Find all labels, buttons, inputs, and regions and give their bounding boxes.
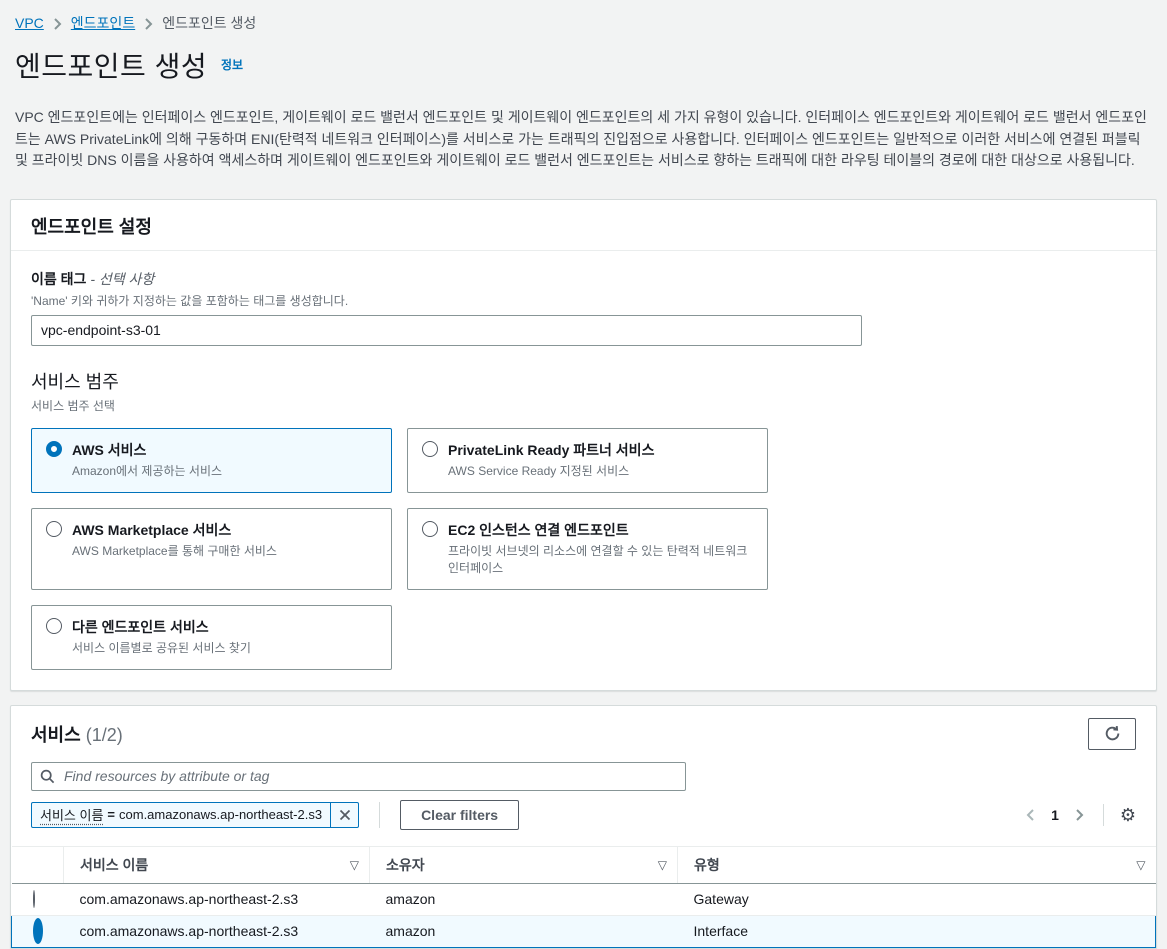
radio-checked-icon[interactable]	[33, 918, 43, 944]
endpoint-settings-card: 엔드포인트 설정 이름 태그 - 선택 사항 'Name' 키와 귀하가 지정하…	[10, 198, 1157, 691]
refresh-button[interactable]	[1088, 717, 1136, 750]
breadcrumb-vpc-link[interactable]: VPC	[15, 15, 44, 31]
next-page-button[interactable]	[1073, 808, 1087, 822]
radio-icon[interactable]	[46, 520, 62, 537]
filter-tag-value: com.amazonaws.ap-northeast-2.s3	[119, 807, 323, 822]
name-tag-input[interactable]	[31, 314, 862, 346]
search-box[interactable]	[31, 761, 686, 791]
service-name-cell: com.amazonaws.ap-northeast-2.s3	[63, 914, 370, 948]
radio-icon[interactable]	[422, 520, 438, 537]
column-header-service-name[interactable]: 서비스 이름 ▽	[63, 845, 370, 884]
owner-cell: amazon	[369, 883, 678, 916]
close-icon	[339, 809, 351, 821]
radio-icon[interactable]	[32, 890, 35, 908]
endpoint-settings-title: 엔드포인트 설정	[31, 216, 152, 237]
type-cell: Gateway	[677, 883, 1156, 916]
search-input[interactable]	[62, 767, 677, 785]
optional-label: - 선택 사항	[90, 270, 155, 287]
services-title: 서비스 (1/2)	[31, 724, 123, 745]
endpoint-settings-header: 엔드포인트 설정	[11, 200, 1156, 251]
breadcrumb-endpoints-link[interactable]: 엔드포인트	[71, 13, 135, 33]
type-cell: Interface	[677, 914, 1156, 948]
table-row-interface[interactable]: com.amazonaws.ap-northeast-2.s3 amazon I…	[11, 914, 1156, 948]
chevron-left-icon	[1025, 808, 1035, 822]
divider	[1102, 803, 1104, 826]
filter-tag-close-button[interactable]	[330, 802, 358, 827]
breadcrumb-current: 엔드포인트 생성	[162, 15, 257, 31]
column-header-type[interactable]: 유형 ▽	[677, 845, 1156, 884]
page-title: 엔드포인트 생성	[15, 51, 208, 82]
pagination: 1 ⚙	[1023, 803, 1136, 826]
clear-filters-button[interactable]: Clear filters	[400, 799, 520, 830]
column-filter-icon[interactable]: ▽	[350, 858, 359, 872]
info-link[interactable]: 정보	[221, 58, 243, 72]
chevron-right-icon	[1075, 808, 1085, 822]
services-count: (1/2)	[85, 724, 123, 745]
tile-ec2-instance-connect[interactable]: EC2 인스턴스 연결 엔드포인트 프라이빗 서브넷의 리소스에 연결할 수 있…	[407, 507, 768, 590]
table-row-gateway[interactable]: com.amazonaws.ap-northeast-2.s3 amazon G…	[11, 883, 1156, 916]
previous-page-button[interactable]	[1023, 808, 1037, 822]
chevron-right-icon	[53, 17, 62, 30]
breadcrumb: VPC 엔드포인트 엔드포인트 생성	[0, 0, 1167, 35]
refresh-icon	[1104, 725, 1121, 742]
tile-aws-service[interactable]: AWS 서비스 Amazon에서 제공하는 서비스	[31, 427, 392, 493]
service-category-description: 서비스 범주 선택	[31, 398, 115, 413]
tile-other-endpoint-service[interactable]: 다른 엔드포인트 서비스 서비스 이름별로 공유된 서비스 찾기	[31, 604, 392, 670]
row-radio-cell[interactable]	[11, 914, 64, 948]
owner-cell: amazon	[369, 914, 678, 948]
search-icon	[40, 769, 55, 784]
name-tag-description: 'Name' 키와 귀하가 지정하는 값을 포함하는 태그를 생성합니다.	[31, 293, 349, 308]
service-category-label: 서비스 범주	[31, 371, 119, 392]
filter-tag-operator: =	[107, 807, 116, 822]
name-tag-label: 이름 태그 - 선택 사항	[31, 270, 155, 287]
filter-tag-key: 서비스 이름	[40, 808, 104, 823]
page-description: VPC 엔드포인트에는 인터페이스 엔드포인트, 게이트웨이 로드 밸런서 엔드…	[15, 109, 1147, 168]
radio-checked-icon[interactable]	[46, 440, 62, 457]
filter-tag: 서비스 이름 = com.amazonaws.ap-northeast-2.s3	[31, 801, 360, 828]
row-radio-cell[interactable]	[11, 883, 64, 916]
table-header-row: 서비스 이름 ▽ 소유자 ▽ 유형 ▽	[11, 845, 1156, 884]
service-name-cell: com.amazonaws.ap-northeast-2.s3	[63, 883, 370, 916]
radio-icon[interactable]	[422, 440, 438, 457]
gear-icon: ⚙	[1119, 804, 1136, 825]
column-filter-icon[interactable]: ▽	[658, 858, 667, 872]
tile-privatelink-ready[interactable]: PrivateLink Ready 파트너 서비스 AWS Service Re…	[407, 427, 768, 493]
settings-button[interactable]: ⚙	[1120, 806, 1136, 824]
radio-icon[interactable]	[46, 617, 62, 634]
chevron-right-icon	[144, 17, 153, 30]
services-table: 서비스 이름 ▽ 소유자 ▽ 유형 ▽ com.amazonaws.ap-nor…	[11, 845, 1156, 948]
radio-column-header	[11, 845, 64, 884]
service-category-options: AWS 서비스 Amazon에서 제공하는 서비스 PrivateLink Re…	[31, 427, 1136, 670]
divider	[379, 801, 381, 828]
column-header-owner[interactable]: 소유자 ▽	[369, 845, 678, 884]
column-filter-icon[interactable]: ▽	[1136, 858, 1145, 872]
current-page-number: 1	[1051, 806, 1059, 823]
tile-aws-marketplace[interactable]: AWS Marketplace 서비스 AWS Marketplace를 통해 …	[31, 507, 392, 590]
